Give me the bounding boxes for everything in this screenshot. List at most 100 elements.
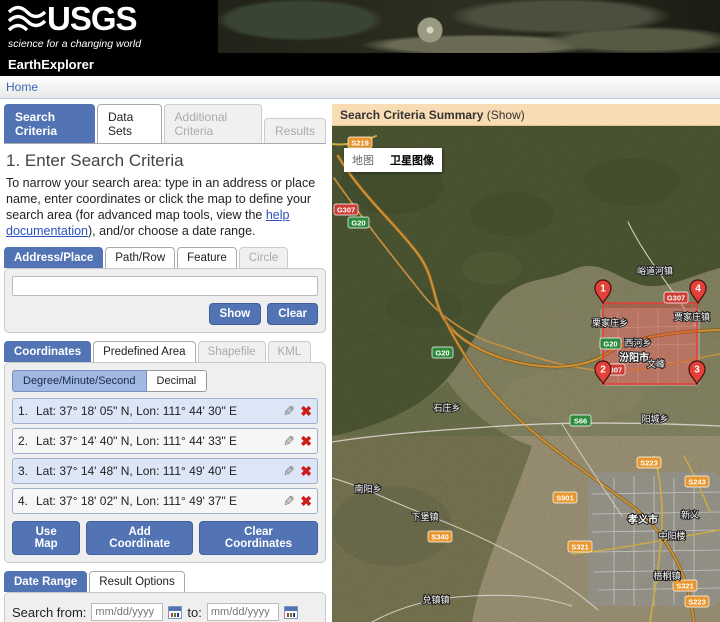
road-shield: S321	[676, 582, 694, 591]
calendar-icon[interactable]	[283, 605, 298, 619]
search-from-label: Search from:	[12, 604, 87, 620]
place-label: 南阳乡	[354, 483, 381, 494]
place-label: 西河乡	[624, 337, 651, 348]
tab-feature[interactable]: Feature	[177, 247, 237, 268]
svg-text:1: 1	[600, 284, 606, 295]
clear-coordinates-button[interactable]: Clear Coordinates	[198, 521, 318, 555]
coordinate-row: 2. Lat: 37° 14' 40" N, Lon: 111° 44' 33"…	[12, 428, 318, 454]
delete-coordinate-icon[interactable]: ✖	[300, 463, 312, 480]
place-label: 石庄乡	[433, 402, 460, 413]
map-type-control: 地图 卫星图像	[344, 148, 442, 172]
road-shield: S219	[351, 139, 369, 148]
tab-results[interactable]: Results	[264, 118, 327, 143]
date-from-input[interactable]	[91, 603, 164, 621]
delete-coordinate-icon[interactable]: ✖	[300, 433, 312, 450]
intro-text: To narrow your search area: type in an a…	[6, 175, 324, 239]
road-shield: S901	[556, 494, 574, 503]
usgs-tagline: science for a changing world	[8, 38, 142, 50]
main-tabs: Search Criteria Data Sets Additional Cri…	[4, 104, 327, 143]
coordinate-value: Lat: 37° 14' 40" N, Lon: 111° 44' 33" E	[36, 434, 238, 448]
tab-search-criteria[interactable]: Search Criteria	[4, 104, 95, 143]
tab-kml[interactable]: KML	[267, 341, 312, 362]
road-shield: S243	[688, 478, 706, 487]
tab-result-options[interactable]: Result Options	[89, 571, 185, 592]
road-shield: G20	[435, 349, 449, 358]
date-range-box: Search from: to: Search months: (all) ▼	[4, 592, 326, 622]
coordinate-index: 2.	[18, 434, 29, 448]
place-label: 贾家庄镇	[674, 311, 710, 322]
road-shield: G20	[351, 219, 365, 228]
coordinate-format-toggle: Degree/Minute/Second Decimal	[12, 370, 318, 392]
tab-shapefile[interactable]: Shapefile	[197, 341, 266, 362]
edit-coordinate-icon[interactable]: ✎	[283, 463, 295, 480]
road-shield: S340	[431, 533, 449, 542]
tab-circle[interactable]: Circle	[238, 247, 289, 268]
usgs-logo-text: USGS	[47, 0, 138, 37]
road-shield: G307	[337, 206, 355, 215]
place-label: 阳城乡	[641, 414, 668, 424]
use-map-button[interactable]: Use Map	[12, 521, 81, 555]
date-to-input[interactable]	[206, 603, 279, 621]
tab-additional-criteria[interactable]: Additional Criteria	[163, 104, 262, 143]
delete-coordinate-icon[interactable]: ✖	[300, 403, 312, 420]
coordinate-row: 1. Lat: 37° 18' 05" N, Lon: 111° 44' 30"…	[12, 398, 318, 424]
coordinate-index: 3.	[18, 464, 29, 478]
tab-address-place[interactable]: Address/Place	[4, 247, 104, 268]
tab-data-sets[interactable]: Data Sets	[96, 104, 162, 143]
place-label: 中阳楼	[658, 530, 685, 541]
add-coordinate-button[interactable]: Add Coordinate	[86, 521, 193, 555]
svg-text:3: 3	[694, 365, 700, 376]
coordinate-value: Lat: 37° 14' 48" N, Lon: 111° 49' 40" E	[36, 464, 238, 478]
coordinate-value: Lat: 37° 18' 05" N, Lon: 111° 44' 30" E	[36, 404, 238, 418]
map-type-map-button[interactable]: 地图	[344, 148, 382, 172]
intro-after: ), and/or choose a date range.	[88, 224, 256, 238]
place-label: 汾阳市	[619, 351, 649, 364]
search-criteria-summary-bar[interactable]: Search Criteria Summary (Show)	[332, 104, 720, 126]
tab-predefined-area[interactable]: Predefined Area	[93, 341, 196, 362]
coordinates-box: Degree/Minute/Second Decimal 1. Lat: 37°…	[4, 362, 326, 563]
coordinate-row: 3. Lat: 37° 14' 48" N, Lon: 111° 49' 40"…	[12, 458, 318, 484]
coordinate-value: Lat: 37° 18' 02" N, Lon: 111° 49' 37" E	[36, 494, 238, 508]
svg-text:2: 2	[600, 365, 606, 376]
calendar-icon[interactable]	[168, 605, 183, 619]
place-label: 孝义市	[627, 513, 658, 526]
home-link[interactable]: Home	[6, 76, 38, 98]
road-shield: S321	[571, 543, 589, 552]
address-tabs: Address/Place Path/Row Feature Circle	[4, 247, 326, 268]
svg-text:4: 4	[695, 284, 701, 295]
tab-date-range[interactable]: Date Range	[4, 571, 88, 592]
edit-coordinate-icon[interactable]: ✎	[283, 493, 295, 510]
place-label: 栗家庄乡	[592, 317, 628, 328]
delete-coordinate-icon[interactable]: ✖	[300, 493, 312, 510]
coordinate-tabs: Coordinates Predefined Area Shapefile KM…	[4, 341, 326, 362]
road-shield: S66	[574, 417, 587, 426]
coordinate-index: 4.	[18, 494, 29, 508]
clear-button[interactable]: Clear	[267, 303, 318, 325]
dms-button[interactable]: Degree/Minute/Second	[12, 370, 147, 392]
summary-title: Search Criteria Summary	[340, 108, 484, 122]
usgs-logo: USGS science for a changing world	[0, 0, 218, 53]
place-label: 峪道河镇	[637, 265, 673, 276]
page-title: 1. Enter Search Criteria	[6, 151, 184, 170]
place-label: 新义	[681, 509, 699, 520]
map-type-satellite-button[interactable]: 卫星图像	[382, 148, 442, 172]
edit-coordinate-icon[interactable]: ✎	[283, 433, 295, 450]
satellite-map[interactable]: S219 G307 G20 G307 G20 G20 G307 S66 S223…	[332, 126, 720, 622]
map-panel: Search Criteria Summary (Show) 地图 卫星图像 S…	[332, 104, 720, 622]
summary-toggle[interactable]: (Show)	[487, 108, 525, 122]
map-canvas[interactable]: 地图 卫星图像 S219 G307 G20 G307 G20 G20 G307 …	[332, 126, 720, 622]
road-shield: S223	[640, 459, 658, 468]
address-input[interactable]	[12, 276, 318, 296]
road-shield: G20	[603, 340, 617, 349]
road-shield: S223	[688, 598, 706, 607]
road-shield: G307	[667, 294, 685, 303]
place-label: 文峰	[647, 358, 665, 369]
usgs-waves-icon	[7, 5, 47, 32]
header-banner: USGS science for a changing world	[0, 0, 720, 53]
decimal-button[interactable]: Decimal	[146, 370, 208, 392]
edit-coordinate-icon[interactable]: ✎	[283, 403, 295, 420]
tab-path-row[interactable]: Path/Row	[105, 247, 176, 268]
breadcrumb-bar: Home	[0, 76, 720, 99]
tab-coordinates[interactable]: Coordinates	[4, 341, 92, 362]
show-button[interactable]: Show	[208, 303, 262, 325]
